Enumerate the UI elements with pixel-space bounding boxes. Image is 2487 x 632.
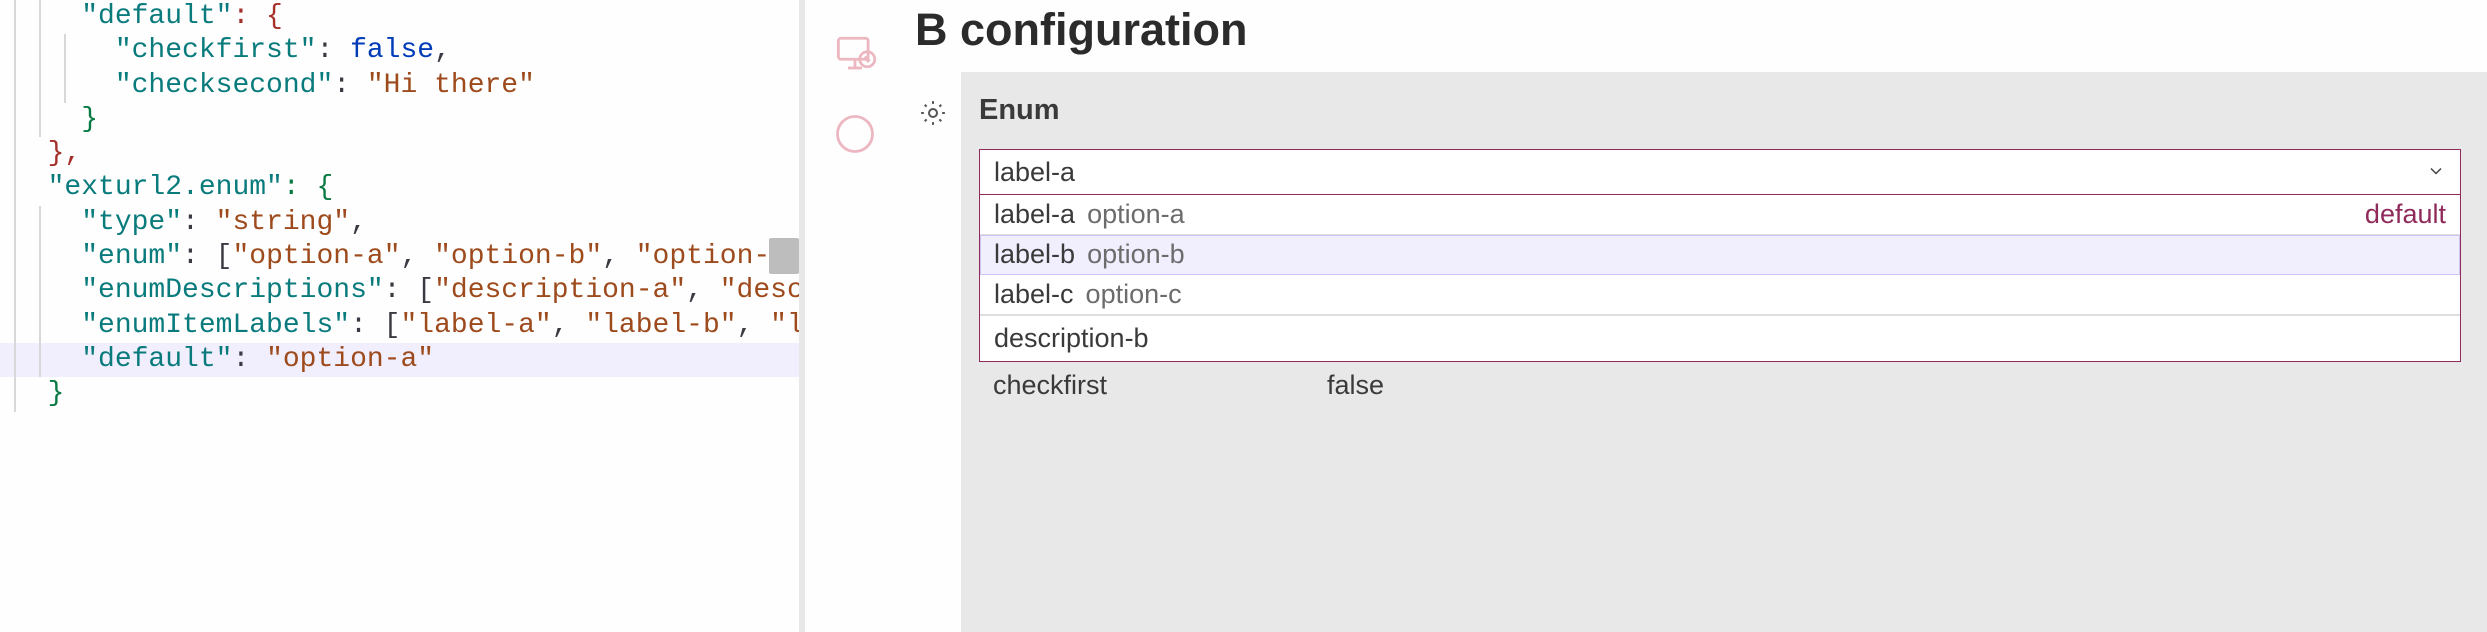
dropdown-list: label-aoption-adefaultlabel-boption-blab… xyxy=(979,195,2461,362)
setting-kv-row: checkfirst false xyxy=(979,362,2461,401)
code-line[interactable]: "checkfirst": false, xyxy=(0,34,799,68)
code-line[interactable]: "enumDescriptions": ["description-a", "d… xyxy=(0,274,799,308)
gear-icon[interactable] xyxy=(918,98,948,632)
activity-bar xyxy=(805,0,905,632)
code-editor[interactable]: "default": { "checkfirst": false, "check… xyxy=(0,0,799,632)
dropdown-button[interactable]: label-a xyxy=(979,149,2461,195)
dropdown-option[interactable]: label-c option-c xyxy=(980,275,2460,315)
code-line[interactable]: "default": { xyxy=(0,0,799,34)
code-line[interactable]: "type": "string", xyxy=(0,206,799,240)
code-line[interactable]: } xyxy=(0,377,799,411)
code-line[interactable]: }, xyxy=(0,137,799,171)
kv-value: false xyxy=(1327,370,1384,401)
dropdown-value: label-a xyxy=(994,157,1075,188)
option-label: label-b xyxy=(994,239,1075,270)
code-line[interactable]: "enum": ["option-a", "option-b", "option… xyxy=(0,240,799,274)
panel-title: B configuration xyxy=(915,4,2487,56)
app-root: "default": { "checkfirst": false, "check… xyxy=(0,0,2487,632)
option-value: option-b xyxy=(1087,239,1185,270)
github-icon[interactable] xyxy=(833,112,877,156)
settings-panel: B configuration Enum label-a xyxy=(905,0,2487,632)
minimap-viewport[interactable] xyxy=(769,238,799,274)
option-label: label-c xyxy=(994,279,1074,310)
code-line[interactable]: } xyxy=(0,103,799,137)
chevron-down-icon xyxy=(2426,157,2446,188)
option-value: option-a xyxy=(1087,199,1185,230)
gear-gutter xyxy=(905,72,961,632)
editor-splitter[interactable] xyxy=(799,0,805,632)
default-tag: default xyxy=(2365,199,2446,230)
code-line[interactable]: "checksecond": "Hi there" xyxy=(0,69,799,103)
enum-dropdown: label-a label-a option-a default label-b opt… xyxy=(979,149,2461,362)
dropdown-option[interactable]: label-a option-a default xyxy=(980,195,2460,235)
dropdown-description: description-b xyxy=(980,315,2460,361)
option-label: label-a xyxy=(994,199,1075,230)
settings-main: Enum label-a label-aoption-adefaultlabel… xyxy=(961,72,2487,632)
remote-icon[interactable] xyxy=(833,32,877,76)
setting-name: Enum xyxy=(979,94,2461,127)
option-value: option-c xyxy=(1086,279,1182,310)
dropdown-option[interactable]: label-b option-b xyxy=(980,235,2460,275)
code-line[interactable]: "enumItemLabels": ["label-a", "label-b",… xyxy=(0,309,799,343)
code-line[interactable]: "default": "option-a" xyxy=(0,343,799,377)
code-line[interactable]: "exturl2.enum": { xyxy=(0,171,799,205)
kv-key: checkfirst xyxy=(993,370,1107,401)
settings-body: Enum label-a label-aoption-adefaultlabel… xyxy=(905,72,2487,632)
